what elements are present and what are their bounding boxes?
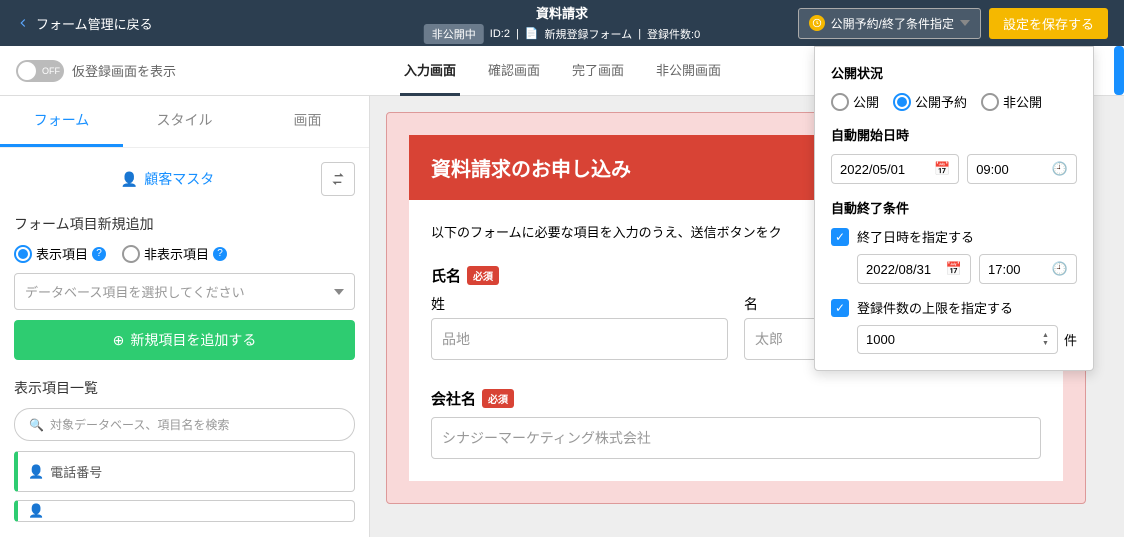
limit-number-input[interactable]: 1000 ▲▼ — [857, 325, 1058, 354]
add-button-label: 新規項目を追加する — [130, 330, 256, 350]
search-icon: 🔍 — [29, 418, 44, 432]
reg-count-label: 登録件数:0 — [647, 26, 700, 42]
field-item-partial[interactable]: 👤 — [14, 500, 355, 522]
field-search-input[interactable]: 🔍 対象データベース、項目名を検索 — [14, 408, 355, 441]
sidebar-tab-form[interactable]: フォーム — [0, 96, 123, 147]
dropdown-label: 公開予約/終了条件指定 — [831, 15, 954, 32]
clock-icon: 🕘 — [1052, 261, 1068, 277]
back-to-forms-link[interactable]: フォーム管理に戻る — [0, 14, 169, 33]
add-new-item-button[interactable]: ⊕ 新規項目を追加する — [14, 320, 355, 360]
radio-publish-label: 公開 — [853, 92, 879, 111]
lastname-input[interactable]: 品地 — [431, 318, 728, 360]
db-field-select[interactable]: データベース項目を選択してください — [14, 273, 355, 310]
arrow-left-icon — [16, 16, 30, 30]
save-settings-button[interactable]: 設定を保存する — [989, 8, 1108, 39]
required-badge: 必須 — [467, 266, 499, 285]
form-id-label: ID:2 — [490, 28, 510, 40]
toggle-state: OFF — [42, 66, 60, 76]
add-item-title: フォーム項目新規追加 — [14, 214, 355, 234]
check-limit-label: 登録件数の上限を指定する — [857, 298, 1013, 317]
start-date-input[interactable]: 2022/05/01 📅 — [831, 154, 959, 184]
name-field-label: 氏名 — [431, 265, 461, 286]
publish-settings-popover: 公開状況 公開 公開予約 非公開 自動開始日時 2022/05/01 📅 09:… — [814, 46, 1094, 371]
person-icon: 👤 — [28, 503, 44, 519]
item-list-title: 表示項目一覧 — [14, 378, 355, 398]
calendar-icon: 📅 — [946, 261, 962, 277]
radio-hide-label: 非表示項目 — [144, 244, 209, 263]
person-icon: 👤 — [28, 464, 44, 480]
check-end-datetime[interactable]: ✓ 終了日時を指定する — [831, 227, 1077, 246]
start-date-value: 2022/05/01 — [840, 162, 905, 177]
search-placeholder: 対象データベース、項目名を検索 — [50, 416, 229, 433]
spinner-icon[interactable]: ▲▼ — [1042, 332, 1049, 347]
limit-unit-label: 件 — [1064, 330, 1077, 349]
help-icon[interactable]: ? — [92, 247, 106, 261]
lastname-label: 姓 — [431, 294, 728, 314]
radio-hide-item[interactable]: 非表示項目 ? — [122, 244, 227, 263]
publish-status-title: 公開状況 — [831, 63, 1077, 82]
end-date-input[interactable]: 2022/08/31 📅 — [857, 254, 971, 284]
company-input[interactable]: シナジーマーケティング株式会社 — [431, 417, 1041, 459]
provisional-toggle[interactable]: OFF — [16, 60, 64, 82]
radio-unpublish[interactable]: 非公開 — [981, 92, 1042, 111]
tab-input-screen[interactable]: 入力画面 — [400, 46, 460, 96]
tab-complete-screen[interactable]: 完了画面 — [568, 46, 628, 96]
chevron-down-icon — [960, 20, 970, 26]
end-time-input[interactable]: 17:00 🕘 — [979, 254, 1077, 284]
sidebar-tab-screen[interactable]: 画面 — [246, 96, 369, 147]
limit-value: 1000 — [866, 332, 895, 347]
radio-publish[interactable]: 公開 — [831, 92, 879, 111]
select-placeholder: データベース項目を選択してください — [25, 282, 245, 301]
clock-icon — [809, 15, 825, 31]
publish-settings-dropdown[interactable]: 公開予約/終了条件指定 — [798, 8, 981, 39]
company-field-label: 会社名 — [431, 388, 476, 409]
checkbox-checked-icon: ✓ — [831, 228, 849, 246]
required-badge: 必須 — [482, 389, 514, 408]
chevron-down-icon — [334, 289, 344, 295]
field-item-label: 電話番号 — [50, 462, 102, 481]
sidebar-tab-style[interactable]: スタイル — [123, 96, 246, 147]
back-label: フォーム管理に戻る — [36, 14, 153, 33]
radio-show-item[interactable]: 表示項目 ? — [14, 244, 106, 263]
top-bar: フォーム管理に戻る 資料請求 非公開中 ID:2 | 📄 新規登録フォーム | … — [0, 0, 1124, 46]
toggle-knob — [18, 62, 36, 80]
start-time-value: 09:00 — [976, 162, 1009, 177]
form-type-label: 新規登録フォーム — [545, 26, 633, 42]
calendar-icon: 📅 — [934, 161, 950, 177]
help-icon[interactable]: ? — [213, 247, 227, 261]
field-item-phone[interactable]: 👤 電話番号 — [14, 451, 355, 492]
radio-show-label: 表示項目 — [36, 244, 88, 263]
left-sidebar: フォーム スタイル 画面 👤 顧客マスタ フォーム項目新規追加 表示項目 — [0, 96, 370, 537]
checkbox-checked-icon: ✓ — [831, 299, 849, 317]
end-date-value: 2022/08/31 — [866, 262, 931, 277]
person-icon: 👤 — [121, 171, 138, 188]
start-time-input[interactable]: 09:00 🕘 — [967, 154, 1077, 184]
radio-unpublish-label: 非公開 — [1003, 92, 1042, 111]
auto-end-title: 自動終了条件 — [831, 198, 1077, 217]
radio-scheduled-label: 公開予約 — [915, 92, 967, 111]
tab-unpublished-screen[interactable]: 非公開画面 — [652, 46, 725, 96]
swap-icon — [330, 171, 346, 187]
check-end-label: 終了日時を指定する — [857, 227, 974, 246]
swap-button[interactable] — [321, 162, 355, 196]
customer-master-link[interactable]: 👤 顧客マスタ — [121, 169, 214, 189]
toggle-label: 仮登録画面を表示 — [72, 61, 176, 80]
master-label: 顧客マスタ — [144, 169, 214, 189]
auto-start-title: 自動開始日時 — [831, 125, 1077, 144]
status-badge: 非公開中 — [424, 24, 484, 44]
doc-icon: 📄 — [525, 27, 539, 40]
plus-circle-icon: ⊕ — [113, 332, 125, 349]
end-time-value: 17:00 — [988, 262, 1021, 277]
form-title: 資料請求 — [424, 3, 700, 22]
header-center: 資料請求 非公開中 ID:2 | 📄 新規登録フォーム | 登録件数:0 — [424, 3, 700, 44]
tab-confirm-screen[interactable]: 確認画面 — [484, 46, 544, 96]
clock-icon: 🕘 — [1052, 161, 1068, 177]
radio-scheduled[interactable]: 公開予約 — [893, 92, 967, 111]
right-edge-stripe — [1114, 46, 1124, 95]
check-limit[interactable]: ✓ 登録件数の上限を指定する — [831, 298, 1077, 317]
